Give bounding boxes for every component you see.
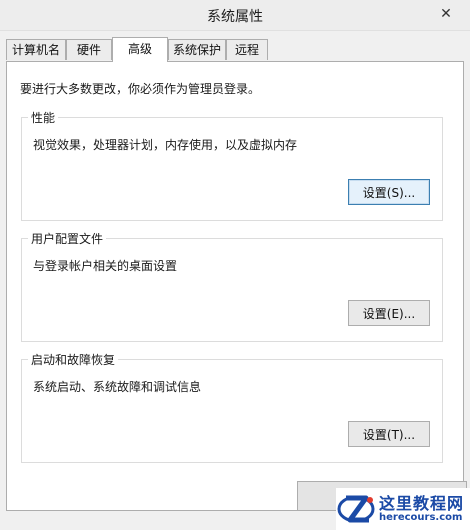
performance-description: 视觉效果，处理器计划，内存使用，以及虚拟内存 (33, 138, 298, 152)
tab-system-protection[interactable]: 系统保护 (168, 39, 226, 60)
startup-recovery-description: 系统启动、系统故障和调试信息 (33, 380, 202, 394)
performance-settings-button[interactable]: 设置(S)... (348, 179, 430, 205)
user-profiles-settings-button[interactable]: 设置(E)... (348, 300, 430, 326)
admin-notice: 要进行大多数更改，你必须作为管理员登录。 (20, 82, 261, 96)
close-button[interactable]: ✕ (432, 2, 460, 26)
user-profiles-description: 与登录帐户相关的桌面设置 (33, 259, 178, 273)
startup-recovery-settings-button[interactable]: 设置(T)... (348, 421, 430, 447)
tab-advanced[interactable]: 高级 (112, 37, 168, 62)
performance-group: 性能 视觉效果，处理器计划，内存使用，以及虚拟内存 设置(S)... (21, 109, 443, 221)
user-profiles-title: 用户配置文件 (28, 230, 107, 247)
performance-title: 性能 (28, 109, 59, 126)
tab-computer-name[interactable]: 计算机名 (6, 39, 66, 60)
watermark: 这里教程网 herecours.com (336, 488, 470, 530)
startup-recovery-group: 启动和故障恢复 系统启动、系统故障和调试信息 设置(T)... (21, 351, 443, 463)
startup-recovery-title: 启动和故障恢复 (28, 351, 119, 368)
tab-remote[interactable]: 远程 (226, 39, 268, 60)
tab-hardware[interactable]: 硬件 (66, 39, 112, 60)
watermark-url: herecours.com (379, 512, 463, 523)
watermark-title: 这里教程网 (379, 494, 465, 513)
window-title: 系统属性 (207, 9, 263, 25)
watermark-logo-icon (337, 495, 375, 523)
title-bar: 系统属性 ✕ (0, 0, 470, 31)
user-profiles-group: 用户配置文件 与登录帐户相关的桌面设置 设置(E)... (21, 230, 443, 342)
